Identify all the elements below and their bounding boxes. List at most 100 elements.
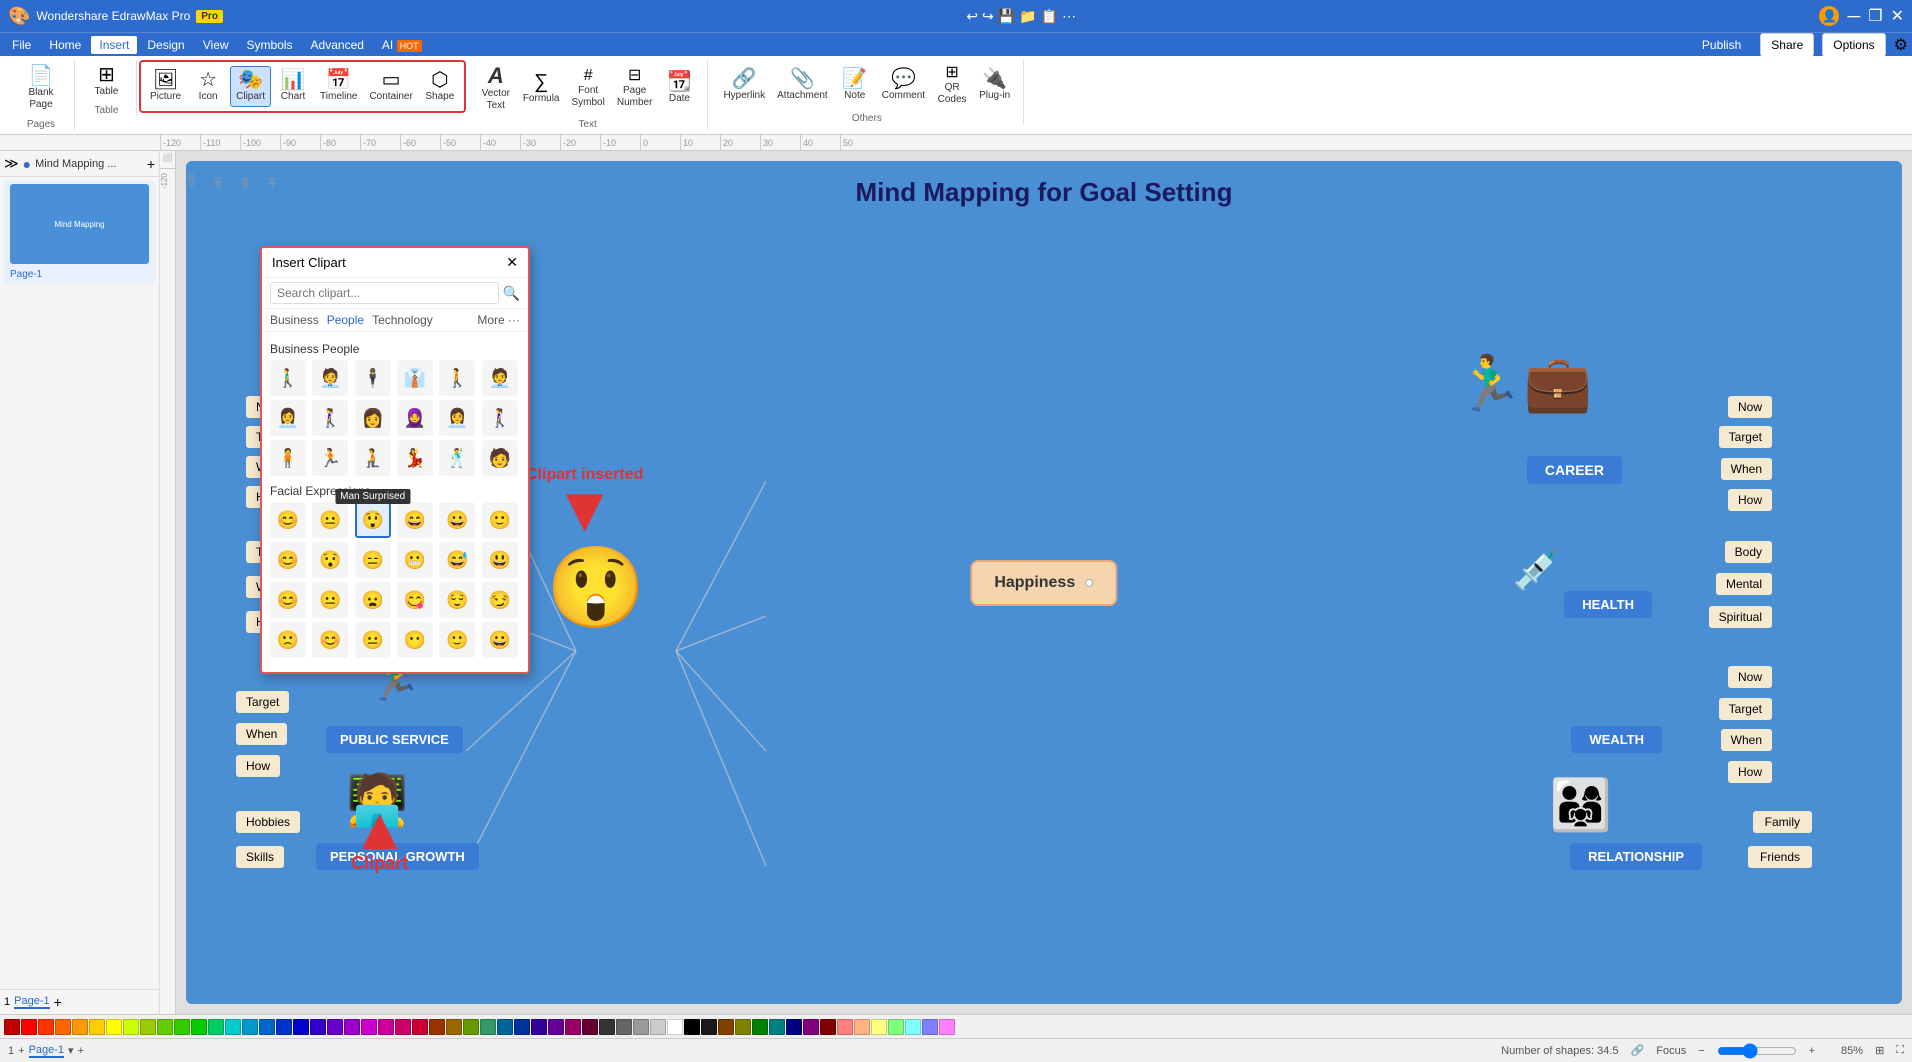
clipart-item[interactable]: 🕴️ [355,360,391,396]
color-swatch[interactable] [72,1019,88,1035]
options-button[interactable]: Options [1822,33,1885,57]
color-swatch[interactable] [514,1019,530,1035]
menu-home[interactable]: Home [41,36,89,54]
menu-design[interactable]: Design [139,36,192,54]
save-icon[interactable]: 💾 [998,8,1015,25]
clipart-face-22[interactable]: 😶 [397,622,433,658]
color-swatch[interactable] [174,1019,190,1035]
menu-ai[interactable]: AI HOT [374,36,430,54]
color-swatch[interactable] [378,1019,394,1035]
ps-how[interactable]: How [236,755,280,777]
color-swatch[interactable] [582,1019,598,1035]
clipart-item[interactable]: 🧎 [355,440,391,476]
relationship-family[interactable]: Family [1753,811,1812,833]
health-topic[interactable]: HEALTH [1564,591,1652,618]
health-mental[interactable]: Mental [1716,573,1772,595]
color-swatch[interactable] [208,1019,224,1035]
clipart-face-23[interactable]: 🙂 [439,622,475,658]
clipart-face-24[interactable]: 😀 [482,622,518,658]
color-swatch[interactable] [38,1019,54,1035]
color-swatch[interactable] [820,1019,836,1035]
career-topic[interactable]: CAREER [1527,456,1622,484]
color-swatch[interactable] [225,1019,241,1035]
vector-text-button[interactable]: A VectorText [476,62,516,115]
color-swatch[interactable] [4,1019,20,1035]
color-swatch[interactable] [939,1019,955,1035]
clipart-face-7[interactable]: 😊 [270,542,306,578]
menu-advanced[interactable]: Advanced [303,36,372,54]
clipart-item[interactable]: 🧑 [482,440,518,476]
clipart-face-14[interactable]: 😐 [312,582,348,618]
clipart-item[interactable]: 🧑‍💼 [482,360,518,396]
clipart-close-button[interactable]: ✕ [506,254,518,271]
menu-symbols[interactable]: Symbols [239,36,301,54]
date-button[interactable]: 📆 Date [659,69,699,108]
attachment-button[interactable]: 📎 Attachment [772,66,833,105]
color-swatch[interactable] [837,1019,853,1035]
color-swatch[interactable] [633,1019,649,1035]
clipart-face-10[interactable]: 😬 [397,542,433,578]
clipart-face-19[interactable]: 🙁 [270,622,306,658]
color-swatch[interactable] [769,1019,785,1035]
table-button[interactable]: ⊞ Table [87,62,127,101]
inserted-clipart-figure[interactable]: 😲 [546,541,646,635]
color-swatch[interactable] [480,1019,496,1035]
color-swatch[interactable] [429,1019,445,1035]
hyperlink-button[interactable]: 🔗 Hyperlink [718,66,770,105]
relationship-friends[interactable]: Friends [1748,846,1812,868]
fit-page-icon[interactable]: ⊞ [1875,1044,1884,1057]
color-swatch[interactable] [327,1019,343,1035]
zoom-in-button[interactable]: + [1809,1045,1815,1057]
plug-in-button[interactable]: 🔌 Plug-in [974,66,1015,105]
color-swatch[interactable] [871,1019,887,1035]
fullscreen-icon[interactable]: ⛶ [1896,1044,1904,1057]
clipart-face-2[interactable]: 😐 [312,502,348,538]
clipart-face-15[interactable]: 😦 [355,582,391,618]
restore-button[interactable]: ❐ [1868,6,1882,26]
clipart-more-button[interactable]: More ··· [477,313,520,327]
redo-icon[interactable]: ↪ [982,8,994,25]
clipart-face-8[interactable]: 😯 [312,542,348,578]
category-people[interactable]: People [327,313,364,327]
color-swatch[interactable] [310,1019,326,1035]
clipart-item[interactable]: 👩‍💼 [439,400,475,436]
career-now[interactable]: Now [1728,396,1772,418]
color-swatch[interactable] [684,1019,700,1035]
blank-page-button[interactable]: 📄 BlankPage [16,62,66,115]
color-swatch[interactable] [752,1019,768,1035]
clipart-face-4[interactable]: 😄 [397,502,433,538]
public-service-topic[interactable]: PUBLIC SERVICE [326,726,463,753]
color-swatch[interactable] [344,1019,360,1035]
wealth-how[interactable]: How [1728,761,1772,783]
color-swatch[interactable] [735,1019,751,1035]
clipart-face-5[interactable]: 😀 [439,502,475,538]
color-swatch[interactable] [89,1019,105,1035]
clipart-face-9[interactable]: 😑 [355,542,391,578]
clipart-item[interactable]: 👩 [355,400,391,436]
add-page-button[interactable]: + [147,156,155,172]
color-swatch[interactable] [21,1019,37,1035]
color-swatch[interactable] [905,1019,921,1035]
clipart-face-1[interactable]: 😊 [270,502,306,538]
account-icon[interactable]: ⚙ [1894,35,1908,55]
color-swatch[interactable] [803,1019,819,1035]
clipart-item[interactable]: 🚶‍♀️ [312,400,348,436]
color-swatch[interactable] [412,1019,428,1035]
menu-insert[interactable]: Insert [91,36,137,54]
picture-button[interactable]: 🖼 Picture [145,67,186,106]
color-swatch[interactable] [242,1019,258,1035]
menu-file[interactable]: File [4,36,39,54]
chart-button[interactable]: 📊 Chart [273,67,313,106]
focus-label[interactable]: Focus [1656,1045,1686,1057]
category-business[interactable]: Business [270,313,319,327]
career-how[interactable]: How [1728,489,1772,511]
clipart-item[interactable]: 🚶‍♂️ [270,360,306,396]
color-swatch[interactable] [123,1019,139,1035]
folder-icon[interactable]: 📁 [1019,8,1036,25]
pg-hobbies[interactable]: Hobbies [236,811,300,833]
color-swatch[interactable] [922,1019,938,1035]
clipart-search-icon[interactable]: 🔍 [503,285,520,302]
color-swatch[interactable] [361,1019,377,1035]
relationship-topic[interactable]: RELATIONSHIP [1570,843,1702,870]
wealth-now[interactable]: Now [1728,666,1772,688]
